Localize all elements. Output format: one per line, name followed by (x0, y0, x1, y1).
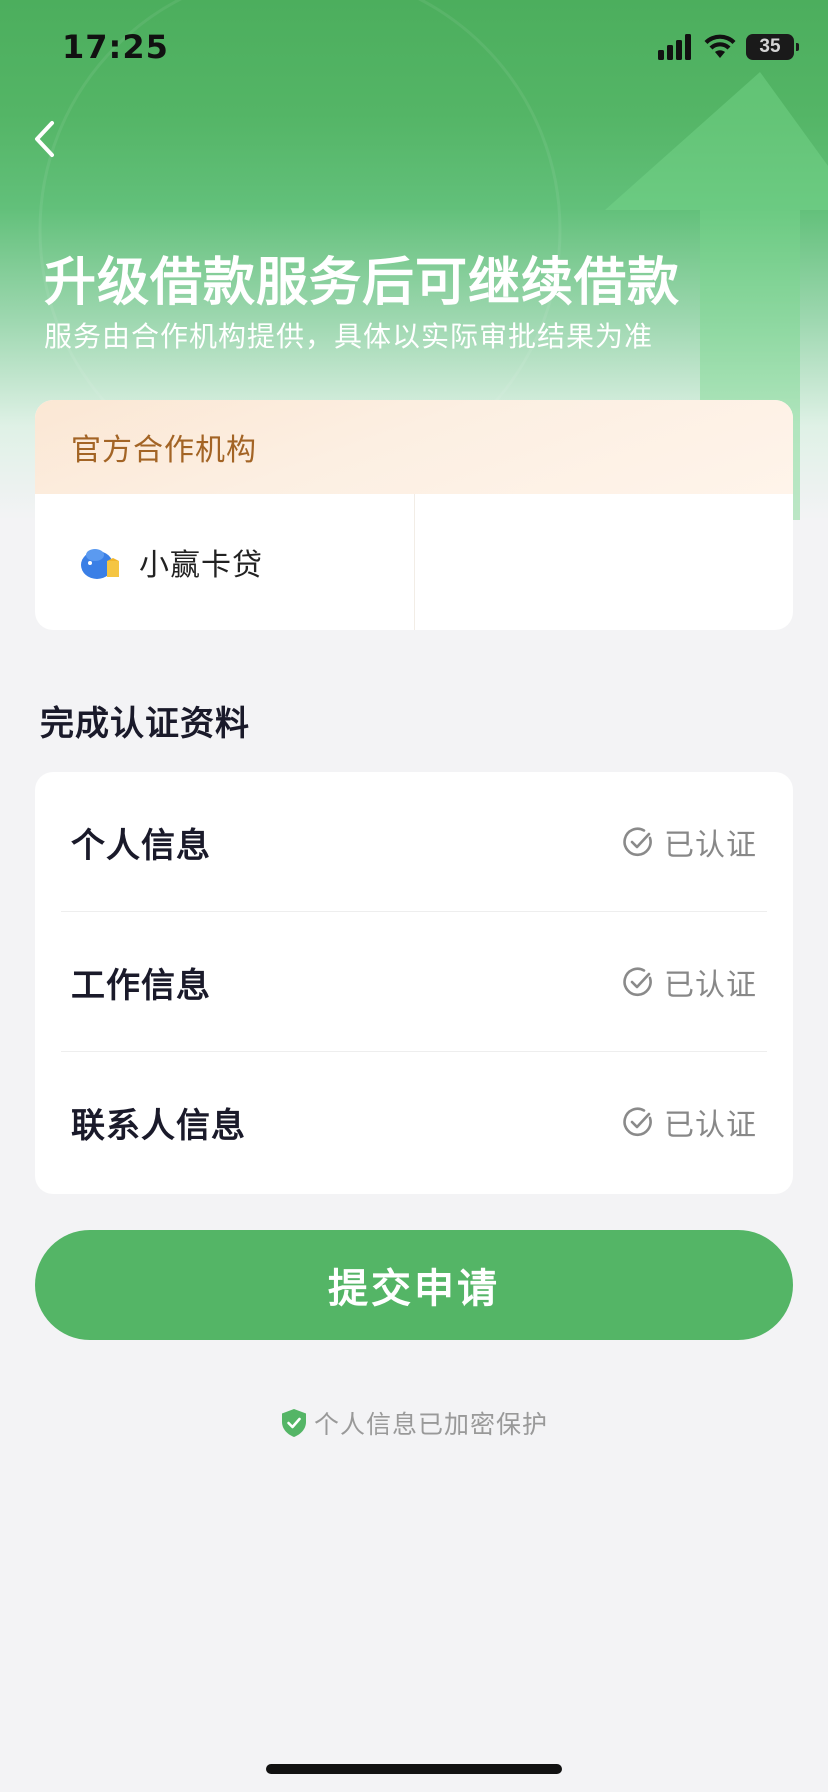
verify-status-text: 已认证 (664, 1108, 757, 1143)
verify-status: 已认证 (622, 820, 757, 864)
page-title: 升级借款服务后可继续借款 (44, 253, 681, 313)
verification-card: 个人信息 已认证 工作信息 已认证 联系人信息 已认证 (35, 772, 793, 1194)
battery-indicator: 35 (746, 34, 799, 60)
partner-header: 官方合作机构 (35, 400, 793, 494)
check-circle-icon (623, 1107, 652, 1137)
verify-label: 个人信息 (71, 825, 211, 866)
chevron-left-icon (35, 121, 54, 157)
status-icons: 35 (658, 34, 799, 60)
wifi-icon (704, 34, 736, 58)
battery-level: 35 (759, 36, 781, 57)
partner-name: 小赢卡贷 (139, 548, 263, 583)
verify-status: 已认证 (622, 960, 757, 1004)
verify-row-work[interactable]: 工作信息 已认证 (35, 912, 793, 1052)
security-text: 个人信息已加密保护 (313, 1410, 548, 1439)
shield-check-icon (281, 1409, 306, 1437)
partner-card: 官方合作机构 小赢卡贷 (35, 400, 793, 630)
status-time: 17:25 (62, 28, 169, 66)
cellular-signal-icon (658, 34, 691, 60)
status-bar: 17:25 35 (0, 0, 828, 100)
verify-status-text: 已认证 (664, 968, 757, 1003)
verify-label: 联系人信息 (71, 1105, 246, 1146)
check-circle-icon (623, 967, 652, 997)
check-circle-icon (623, 827, 652, 857)
submit-application-button[interactable]: 提交申请 (35, 1230, 793, 1340)
piggy-bank-icon (81, 549, 119, 579)
home-indicator[interactable] (266, 1764, 562, 1774)
partner-list: 小赢卡贷 (35, 494, 793, 630)
partner-empty-slot (415, 494, 794, 630)
verify-label: 工作信息 (71, 965, 211, 1006)
verify-row-personal[interactable]: 个人信息 已认证 (35, 772, 793, 912)
verify-status: 已认证 (622, 1100, 757, 1144)
verify-row-contacts[interactable]: 联系人信息 已认证 (35, 1052, 793, 1192)
security-note: 个人信息已加密保护 (0, 1405, 828, 1441)
partner-item[interactable]: 小赢卡贷 (35, 494, 415, 630)
back-button[interactable] (22, 110, 66, 168)
partner-header-label: 官方合作机构 (71, 433, 257, 468)
verify-status-text: 已认证 (664, 828, 757, 863)
page-subtitle: 服务由合作机构提供，具体以实际审批结果为准 (44, 320, 654, 353)
section-title: 完成认证资料 (40, 704, 250, 744)
